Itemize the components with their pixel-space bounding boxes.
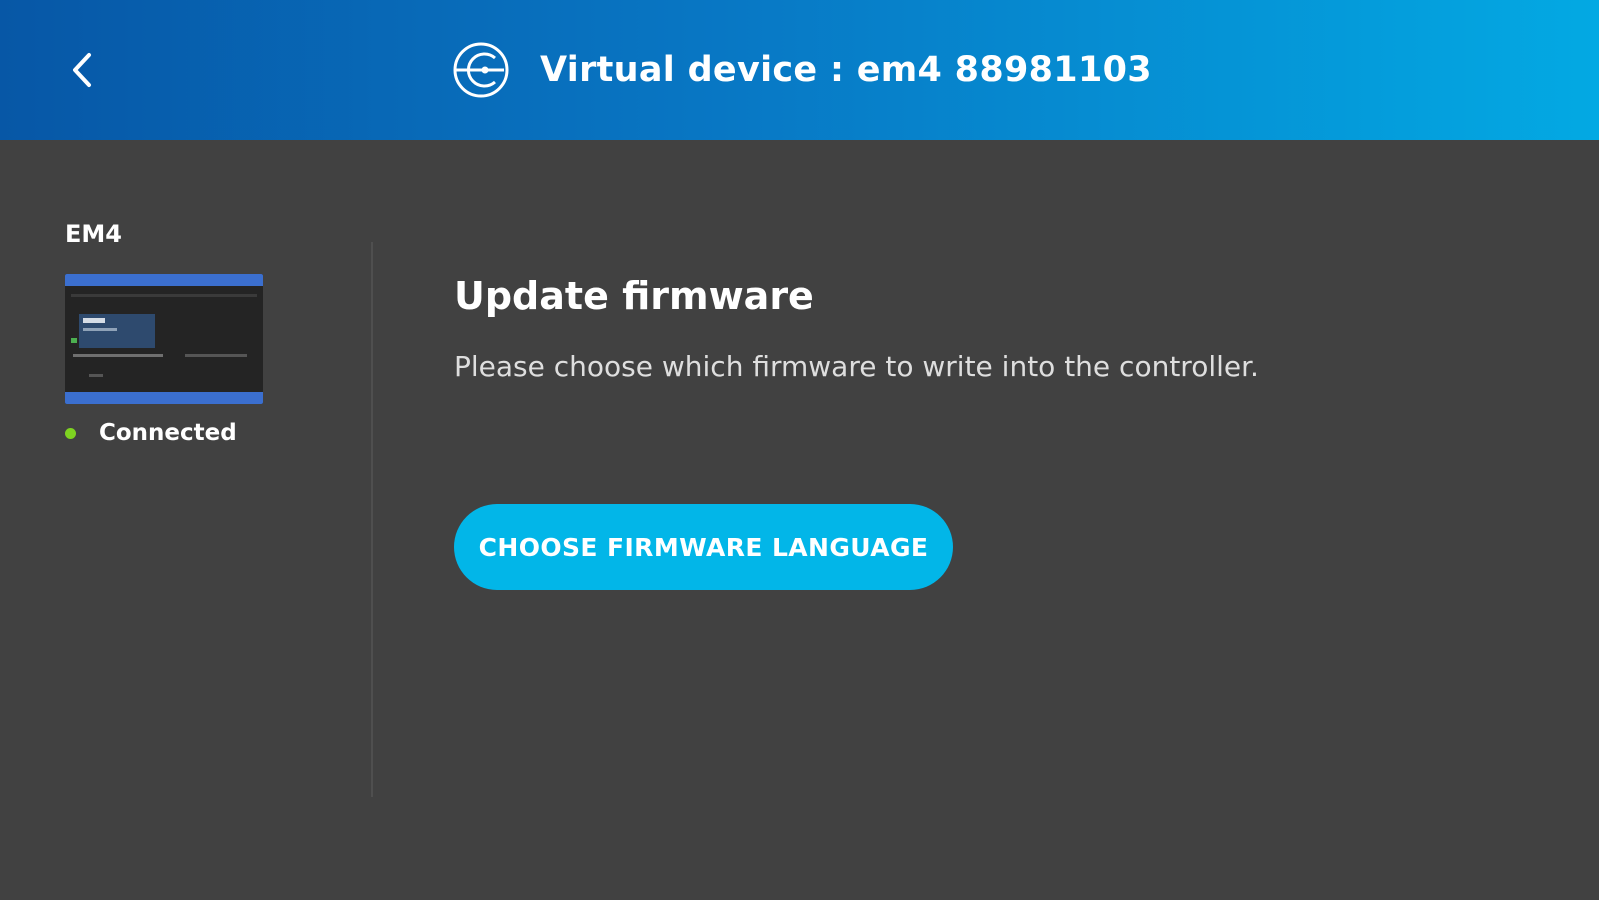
status-label: Connected — [99, 420, 237, 446]
header-bar: Virtual device : em4 88981103 — [0, 0, 1599, 140]
chevron-left-icon — [73, 53, 91, 87]
app-logo-icon — [453, 42, 509, 98]
connection-status: Connected — [65, 420, 237, 446]
header-title-group: Virtual device : em4 88981103 — [452, 40, 1152, 100]
device-screen-preview — [65, 274, 263, 404]
vertical-divider — [371, 242, 373, 797]
device-thumbnail[interactable] — [65, 274, 263, 404]
app-window: Virtual device : em4 88981103 EM4 Connec… — [0, 0, 1599, 900]
choose-firmware-language-button[interactable]: CHOOSE FIRMWARE LANGUAGE — [454, 504, 953, 590]
back-button[interactable] — [56, 44, 108, 96]
section-description: Please choose which firmware to write in… — [454, 350, 1259, 383]
page-title: Virtual device : em4 88981103 — [540, 50, 1152, 90]
device-name-label: EM4 — [65, 220, 122, 248]
device-sidebar: EM4 Connected — [0, 140, 372, 900]
status-dot-icon — [65, 427, 76, 439]
section-title: Update firmware — [454, 274, 814, 318]
